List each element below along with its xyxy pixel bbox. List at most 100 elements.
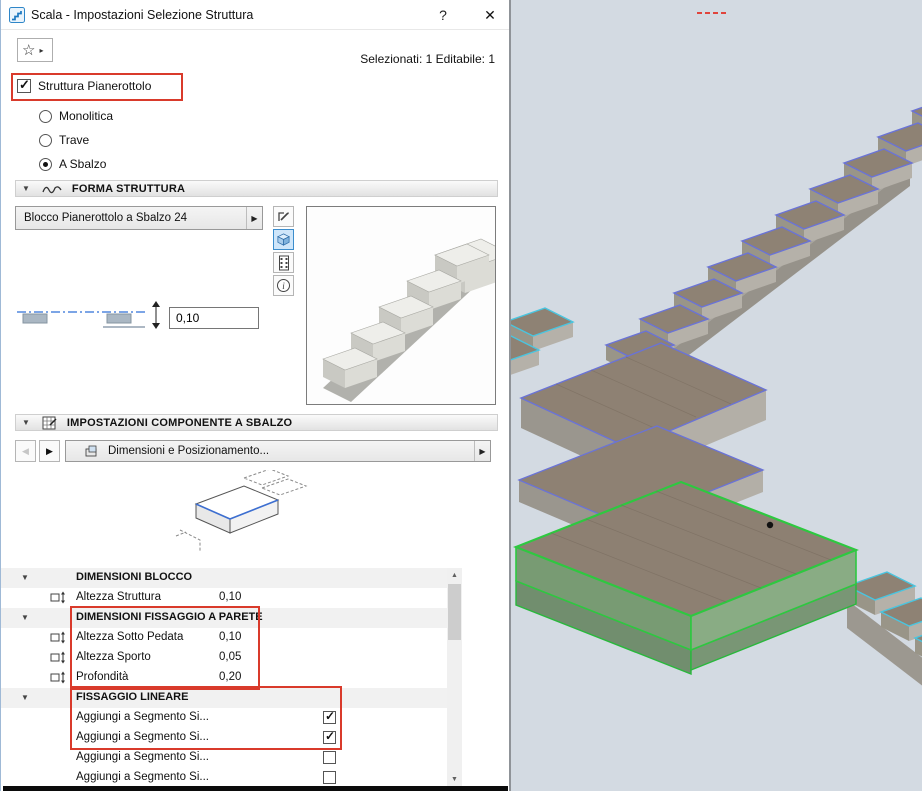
- row-label: Aggiungi a Segmento Si...: [76, 771, 209, 783]
- model-3d-view-button[interactable]: [273, 229, 294, 250]
- section-view-button[interactable]: [273, 252, 294, 273]
- collapse-triangle-icon[interactable]: ▼: [22, 184, 30, 193]
- viewport-3d[interactable]: [511, 0, 922, 791]
- group-label: DIMENSIONI FISSAGGIO A PARETE: [76, 611, 263, 623]
- row-checkbox[interactable]: [323, 731, 336, 744]
- struttura-pianerottolo-label: Struttura Pianerottolo: [38, 79, 151, 93]
- table-row[interactable]: Aggiungi a Segmento Si...: [1, 748, 447, 768]
- row-label: Aggiungi a Segmento Si...: [76, 711, 209, 723]
- table-row[interactable]: Altezza Struttura 0,10: [1, 588, 447, 608]
- settings-table: ▼ DIMENSIONI BLOCCO Altezza Struttura 0,10 ▼…: [1, 568, 447, 788]
- row-value[interactable]: 0,10: [219, 591, 241, 603]
- collapse-triangle-icon[interactable]: ▼: [21, 693, 29, 702]
- altezza-sporto-icon: [49, 651, 67, 667]
- offset-diagram: [15, 300, 167, 332]
- floor-plan-icon: [276, 209, 291, 224]
- radio-dot[interactable]: [39, 158, 52, 171]
- radio-label: Monolitica: [59, 109, 113, 123]
- row-label: Altezza Sotto Pedata: [76, 631, 183, 643]
- table-group-row[interactable]: ▼ DIMENSIONI FISSAGGIO A PARETE: [1, 608, 447, 628]
- componente-icon: [42, 416, 57, 430]
- radio-label: Trave: [59, 133, 89, 147]
- row-value[interactable]: 0,05: [219, 651, 241, 663]
- group-label: DIMENSIONI BLOCCO: [76, 571, 192, 583]
- forma-struttura-header[interactable]: ▼ FORMA STRUTTURA: [15, 180, 498, 197]
- scroll-up-icon[interactable]: ▲: [447, 568, 462, 583]
- left-flight-partial: [511, 308, 573, 379]
- info-button[interactable]: i: [273, 275, 294, 296]
- floor-plan-view-button[interactable]: [273, 206, 294, 227]
- altezza-struttura-icon: [49, 591, 67, 607]
- offset-input[interactable]: [169, 307, 259, 329]
- row-label: Aggiungi a Segmento Si...: [76, 751, 209, 763]
- prev-page-button[interactable]: ◀: [15, 440, 36, 462]
- row-checkbox[interactable]: [323, 711, 336, 724]
- structure-preview[interactable]: [306, 206, 496, 405]
- hotspot-dot: [767, 522, 773, 528]
- row-value[interactable]: 0,20: [219, 671, 241, 683]
- section-icon: [277, 255, 291, 271]
- row-label: Aggiungi a Segmento Si...: [76, 731, 209, 743]
- radio-monolitica[interactable]: Monolitica: [39, 108, 113, 124]
- radio-label: A Sbalzo: [59, 157, 106, 171]
- table-row[interactable]: Aggiungi a Segmento Si...: [1, 708, 447, 728]
- forma-struttura-title: FORMA STRUTTURA: [72, 183, 185, 195]
- row-value[interactable]: 0,10: [219, 631, 241, 643]
- table-scrollbar[interactable]: ▲ ▼: [447, 568, 462, 787]
- table-row[interactable]: Altezza Sporto 0,05: [1, 648, 447, 668]
- componente-title: IMPOSTAZIONI COMPONENTE A SBALZO: [67, 417, 292, 429]
- page-dropdown-value: Dimensioni e Posizionamento...: [108, 445, 474, 457]
- selection-info: Selezionati: 1 Editabile: 1: [360, 52, 495, 66]
- stair-settings-dialog: Scala - Impostazioni Selezione Struttura…: [0, 0, 511, 791]
- profile-dropdown[interactable]: Blocco Pianerottolo a Sbalzo 24 ▶: [15, 206, 263, 230]
- group-label: FISSAGGIO LINEARE: [76, 691, 188, 703]
- favorites-arrow-icon: ▸: [39, 46, 43, 55]
- table-row[interactable]: Aggiungi a Segmento Si...: [1, 768, 447, 788]
- close-button[interactable]: ✕: [477, 5, 503, 25]
- profile-icon: [42, 183, 62, 195]
- table-row[interactable]: Altezza Sotto Pedata 0,10: [1, 628, 447, 648]
- radio-dot[interactable]: [39, 110, 52, 123]
- scroll-down-icon[interactable]: ▼: [447, 772, 462, 787]
- scrollbar-thumb[interactable]: [448, 584, 461, 640]
- page-icon: [84, 444, 98, 458]
- favorites-button[interactable]: ☆ ▸: [17, 38, 53, 62]
- next-page-button[interactable]: ▶: [39, 440, 60, 462]
- dialog-title: Scala - Impostazioni Selezione Struttura: [31, 8, 253, 22]
- screenshot-stage: Scala - Impostazioni Selezione Struttura…: [0, 0, 922, 791]
- row-label: Altezza Struttura: [76, 591, 161, 603]
- 3d-cube-icon: [276, 232, 291, 247]
- stair-app-icon: [9, 7, 25, 23]
- row-checkbox[interactable]: [323, 771, 336, 784]
- dropdown-arrow-icon[interactable]: ▶: [246, 207, 262, 229]
- page-dropdown[interactable]: Dimensioni e Posizionamento... ▶: [65, 440, 491, 462]
- table-row[interactable]: Profondità0,20: [1, 668, 447, 688]
- radio-trave[interactable]: Trave: [39, 132, 89, 148]
- table-group-row[interactable]: ▼ DIMENSIONI BLOCCO: [1, 568, 447, 588]
- row-label: Altezza Sporto: [76, 651, 151, 663]
- row-checkbox[interactable]: [323, 751, 336, 764]
- collapse-triangle-icon[interactable]: ▼: [21, 573, 29, 582]
- collapse-triangle-icon[interactable]: ▼: [22, 418, 30, 427]
- altezza-sotto-pedata-icon: [49, 631, 67, 647]
- struttura-pianerottolo-row[interactable]: Struttura Pianerottolo: [17, 79, 151, 93]
- ruler-marks: [697, 12, 726, 14]
- help-button[interactable]: ?: [431, 5, 455, 25]
- bottom-bar: [3, 786, 508, 791]
- preview-stair-image: [307, 207, 495, 404]
- dropdown-arrow-icon[interactable]: ▶: [474, 441, 490, 461]
- favorites-star-icon: ☆: [22, 41, 35, 59]
- collapse-triangle-icon[interactable]: ▼: [21, 613, 29, 622]
- table-row[interactable]: Aggiungi a Segmento Si...: [1, 728, 447, 748]
- radio-a-sbalzo[interactable]: A Sbalzo: [39, 156, 106, 172]
- componente-header[interactable]: ▼ IMPOSTAZIONI COMPONENTE A SBALZO: [15, 414, 498, 431]
- radio-dot[interactable]: [39, 134, 52, 147]
- struttura-pianerottolo-checkbox[interactable]: [17, 79, 31, 93]
- info-icon: i: [276, 278, 291, 293]
- table-group-row[interactable]: ▼ FISSAGGIO LINEARE: [1, 688, 447, 708]
- upper-flight: [606, 97, 922, 374]
- dialog-titlebar[interactable]: Scala - Impostazioni Selezione Struttura…: [1, 0, 509, 30]
- profile-dropdown-value: Blocco Pianerottolo a Sbalzo 24: [24, 212, 246, 224]
- component-diagram: [166, 470, 316, 565]
- profondita-icon: [49, 671, 67, 687]
